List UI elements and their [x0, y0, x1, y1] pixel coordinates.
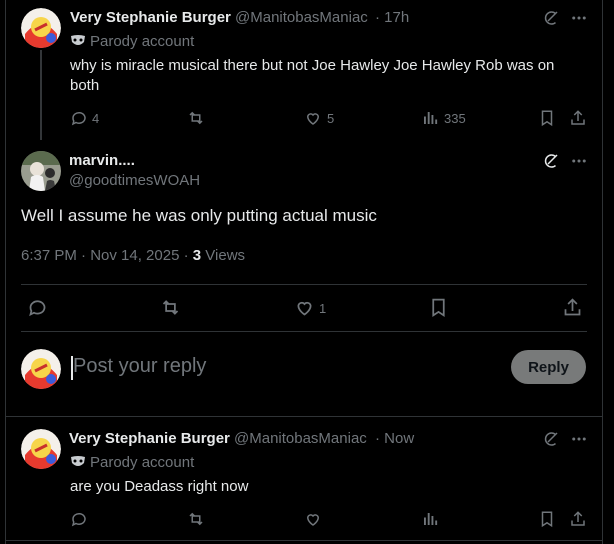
divider	[21, 284, 587, 285]
post-timestamp: 6:37 PM · Nov 14, 2025 · 3 Views	[21, 247, 245, 264]
share-icon[interactable]	[568, 108, 588, 128]
grok-icon[interactable]	[541, 8, 561, 28]
more-icon[interactable]	[569, 151, 589, 171]
avatar[interactable]	[21, 151, 61, 191]
bookmark-icon[interactable]	[537, 509, 557, 529]
views-icon[interactable]	[420, 108, 440, 128]
reply-icon[interactable]	[26, 296, 48, 318]
like-icon[interactable]	[303, 509, 323, 529]
post-text: are you Deadass right now	[70, 478, 249, 495]
like-count: 1	[319, 301, 327, 316]
author-name[interactable]: Very Stephanie Burger	[70, 9, 231, 26]
reply-input[interactable]: Post your reply	[73, 355, 206, 378]
reply-button[interactable]: Reply	[511, 350, 586, 384]
repost-icon[interactable]	[186, 108, 206, 128]
thread-connector	[40, 50, 42, 140]
timestamp-text[interactable]: 6:37 PM · Nov 14, 2025 ·	[21, 247, 189, 264]
grok-icon[interactable]	[541, 151, 561, 171]
post-text: Well I assume he was only putting actual…	[21, 206, 377, 225]
views-count: 3	[192, 247, 202, 264]
view-count: 335	[444, 111, 466, 126]
mask-icon	[70, 454, 86, 470]
like-count: 5	[327, 111, 335, 126]
avatar[interactable]	[21, 429, 61, 469]
divider	[5, 540, 603, 541]
avatar[interactable]	[21, 8, 61, 48]
mask-icon	[70, 33, 86, 49]
author-name[interactable]: Very Stephanie Burger	[69, 430, 230, 447]
more-icon[interactable]	[569, 8, 589, 28]
like-icon[interactable]	[303, 108, 323, 128]
grok-icon[interactable]	[541, 429, 561, 449]
author-handle[interactable]: @goodtimesWOAH	[69, 172, 200, 189]
post-text: why is miracle musical there but not Joe…	[70, 57, 555, 94]
repost-icon[interactable]	[186, 509, 206, 529]
views-icon[interactable]	[420, 509, 440, 529]
reply-icon[interactable]	[69, 509, 89, 529]
avatar[interactable]	[21, 349, 61, 389]
repost-icon[interactable]	[159, 296, 181, 318]
parody-label: Parody account	[90, 33, 195, 50]
bookmark-icon[interactable]	[427, 296, 449, 318]
divider	[21, 331, 587, 332]
post-time[interactable]: · Now	[375, 430, 414, 447]
post-time[interactable]: · 17h	[375, 9, 409, 26]
views-label: Views	[205, 247, 246, 264]
divider	[5, 416, 603, 417]
like-icon[interactable]	[293, 296, 315, 318]
share-icon[interactable]	[561, 296, 583, 318]
more-icon[interactable]	[569, 429, 589, 449]
bookmark-icon[interactable]	[537, 108, 557, 128]
reply-count: 4	[92, 111, 100, 126]
reply-icon[interactable]	[69, 108, 89, 128]
author-handle[interactable]: @ManitobasManiac	[235, 9, 368, 26]
author-name[interactable]: marvin....	[69, 152, 135, 169]
share-icon[interactable]	[568, 509, 588, 529]
parody-label: Parody account	[90, 454, 195, 471]
author-handle[interactable]: @ManitobasManiac	[234, 430, 367, 447]
